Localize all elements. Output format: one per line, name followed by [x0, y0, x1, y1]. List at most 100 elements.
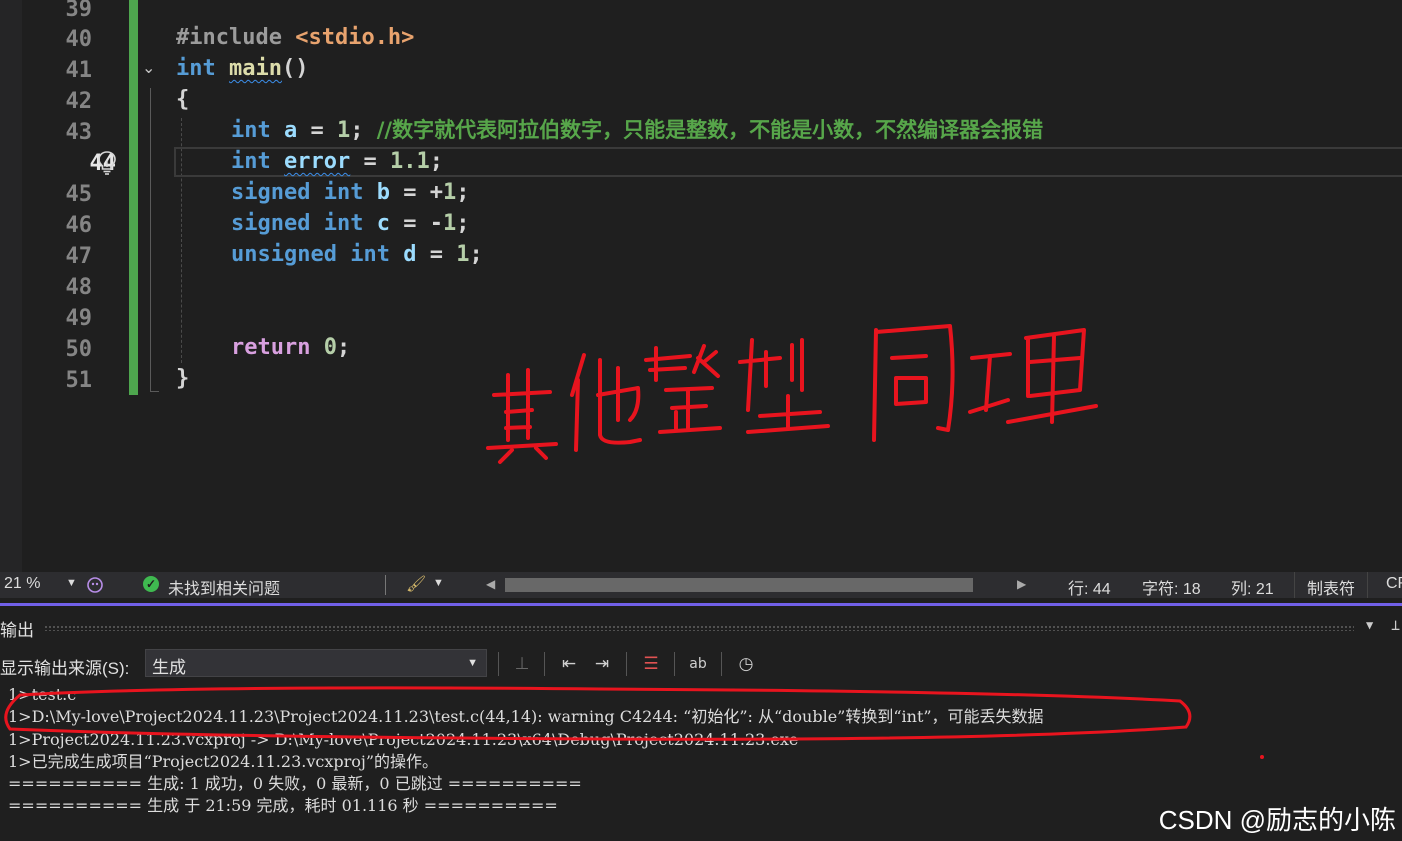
output-panel-header: 输出 ▼ ⊥	[0, 606, 1402, 646]
output-line: ========== 生成: 1 成功，0 失败，0 最新，0 已跳过 ====…	[8, 774, 582, 793]
semicolon: ;	[456, 180, 470, 205]
close-brace: }	[176, 366, 190, 391]
scroll-right-arrow[interactable]: ▶	[1017, 577, 1026, 591]
line-number: 51	[65, 368, 93, 393]
semicolon: ;	[429, 149, 443, 174]
scroll-left-arrow[interactable]: ◀	[486, 577, 495, 591]
line-number: 48	[65, 275, 93, 300]
output-line: 1>已完成生成项目“Project2024.11.23.vcxproj”的操作。	[8, 752, 439, 771]
change-indicator-bar	[129, 0, 138, 395]
signed-keyword: signed	[231, 180, 311, 205]
clear-all-icon[interactable]: ☰	[638, 652, 664, 676]
number-literal: 1	[442, 180, 457, 205]
divider	[385, 575, 386, 595]
number-literal: 0	[323, 335, 337, 360]
issues-status[interactable]: 未找到相关问题	[168, 575, 280, 599]
operator: =	[416, 242, 457, 267]
horizontal-scrollbar[interactable]	[505, 578, 973, 592]
chevron-down-icon: ▼	[467, 657, 478, 669]
output-panel-title: 输出	[0, 621, 34, 640]
variable-name: b	[376, 180, 390, 205]
chevron-down-icon[interactable]: ⌄	[142, 58, 155, 77]
handwritten-note	[486, 324, 1098, 464]
divider	[498, 652, 499, 676]
chevron-down-icon[interactable]: ▼	[1366, 618, 1373, 632]
output-source-select[interactable]: 生成 ▼	[145, 649, 487, 677]
unsigned-keyword: unsigned	[231, 242, 337, 267]
variable-name: c	[376, 211, 390, 236]
line-number: 49	[65, 306, 93, 331]
output-source-label: 显示输出来源(S):	[0, 659, 130, 678]
parens: ()	[281, 56, 309, 81]
chevron-down-icon[interactable]: ▼	[66, 577, 77, 589]
semicolon: ;	[469, 242, 483, 267]
column-indicator[interactable]: 列: 21	[1231, 575, 1274, 599]
output-toolbar: 显示输出来源(S): 生成 ▼ ⊥ ⇤ ⇥ ☰ ab ◷	[0, 646, 1402, 682]
goto-source-icon[interactable]: ⊥	[509, 652, 535, 676]
code-line-42: {	[176, 84, 189, 115]
operator: = +	[389, 180, 443, 205]
line-number: 47	[65, 244, 93, 269]
semicolon: ;	[456, 211, 470, 236]
variable-name: a	[284, 118, 298, 143]
number-literal: 1	[456, 242, 470, 267]
indent-mode[interactable]: 制表符	[1294, 572, 1369, 598]
pin-icon[interactable]: ⊥	[1391, 616, 1400, 634]
editor-margin	[0, 0, 22, 572]
fold-guide-end	[150, 391, 159, 392]
divider	[674, 652, 675, 676]
semicolon: ;	[336, 335, 351, 360]
line-number: 43	[65, 120, 93, 145]
divider	[721, 652, 722, 676]
editor-status-bar: 21 % ▼ ✓ 未找到相关问题 🖌 ▼ ◀ ▶ 行: 44 字符: 18 列:…	[0, 572, 1402, 598]
zoom-level[interactable]: 21 %	[4, 575, 40, 593]
word-wrap-icon[interactable]: ab	[685, 652, 711, 676]
line-ending[interactable]: CR	[1386, 575, 1402, 593]
number-literal: 1	[337, 118, 351, 143]
code-editor[interactable]: 39 40 41 42 43 44 45 46 47 48 49 50 51 ⌄…	[0, 0, 1402, 572]
divider	[626, 652, 627, 676]
lightbulb-icon[interactable]	[97, 150, 117, 176]
brush-icon[interactable]: 🖌	[406, 574, 426, 594]
number-literal: 1.1	[389, 149, 430, 174]
code-line-46: signed int c = -1;	[231, 208, 469, 239]
divider	[544, 652, 545, 676]
function-name: main	[229, 56, 282, 81]
line-number: 46	[65, 213, 93, 238]
prev-message-icon[interactable]: ⇤	[556, 652, 582, 676]
signed-keyword: signed	[231, 211, 311, 236]
code-line-40: #include <stdio.h>	[176, 22, 414, 53]
line-number: 39	[65, 0, 93, 22]
operator: =	[297, 118, 337, 143]
code-line-43: int a = 1; //数字就代表阿拉伯数字，只能是整数，不能是小数，不然编译…	[231, 115, 1043, 146]
number-literal: 1	[442, 211, 457, 236]
line-number: 41	[65, 58, 93, 83]
type-keyword: int	[323, 180, 364, 205]
check-circle-icon: ✓	[143, 576, 159, 592]
code-line-41: int main()	[176, 53, 308, 84]
next-message-icon[interactable]: ⇥	[589, 652, 615, 676]
code-line-50: return 0;	[231, 332, 350, 363]
variable-name: error	[284, 149, 351, 174]
operator: = -	[389, 211, 443, 236]
type-keyword: int	[231, 118, 271, 143]
clock-icon[interactable]: ◷	[733, 652, 759, 676]
include-directive: #include	[176, 25, 282, 50]
line-number: 45	[65, 182, 93, 207]
operator: =	[350, 149, 390, 174]
drag-grip[interactable]	[44, 625, 1354, 631]
open-brace: {	[176, 87, 190, 112]
semicolon: ;	[350, 118, 377, 143]
output-source-value: 生成	[152, 658, 186, 677]
red-highlight-ellipse	[4, 686, 1192, 741]
chevron-down-icon[interactable]: ▼	[433, 577, 444, 589]
copilot-icon[interactable]	[86, 576, 104, 594]
type-keyword: int	[176, 56, 216, 81]
output-line: ========== 生成 于 21:59 完成，耗时 01.116 秒 ===…	[8, 796, 558, 815]
line-indicator[interactable]: 行: 44	[1068, 575, 1111, 599]
type-keyword: int	[231, 149, 271, 174]
variable-name: d	[403, 242, 417, 267]
char-indicator[interactable]: 字符: 18	[1142, 575, 1201, 599]
code-line-44: int error = 1.1;	[231, 146, 443, 177]
code-line-51: }	[176, 363, 189, 394]
